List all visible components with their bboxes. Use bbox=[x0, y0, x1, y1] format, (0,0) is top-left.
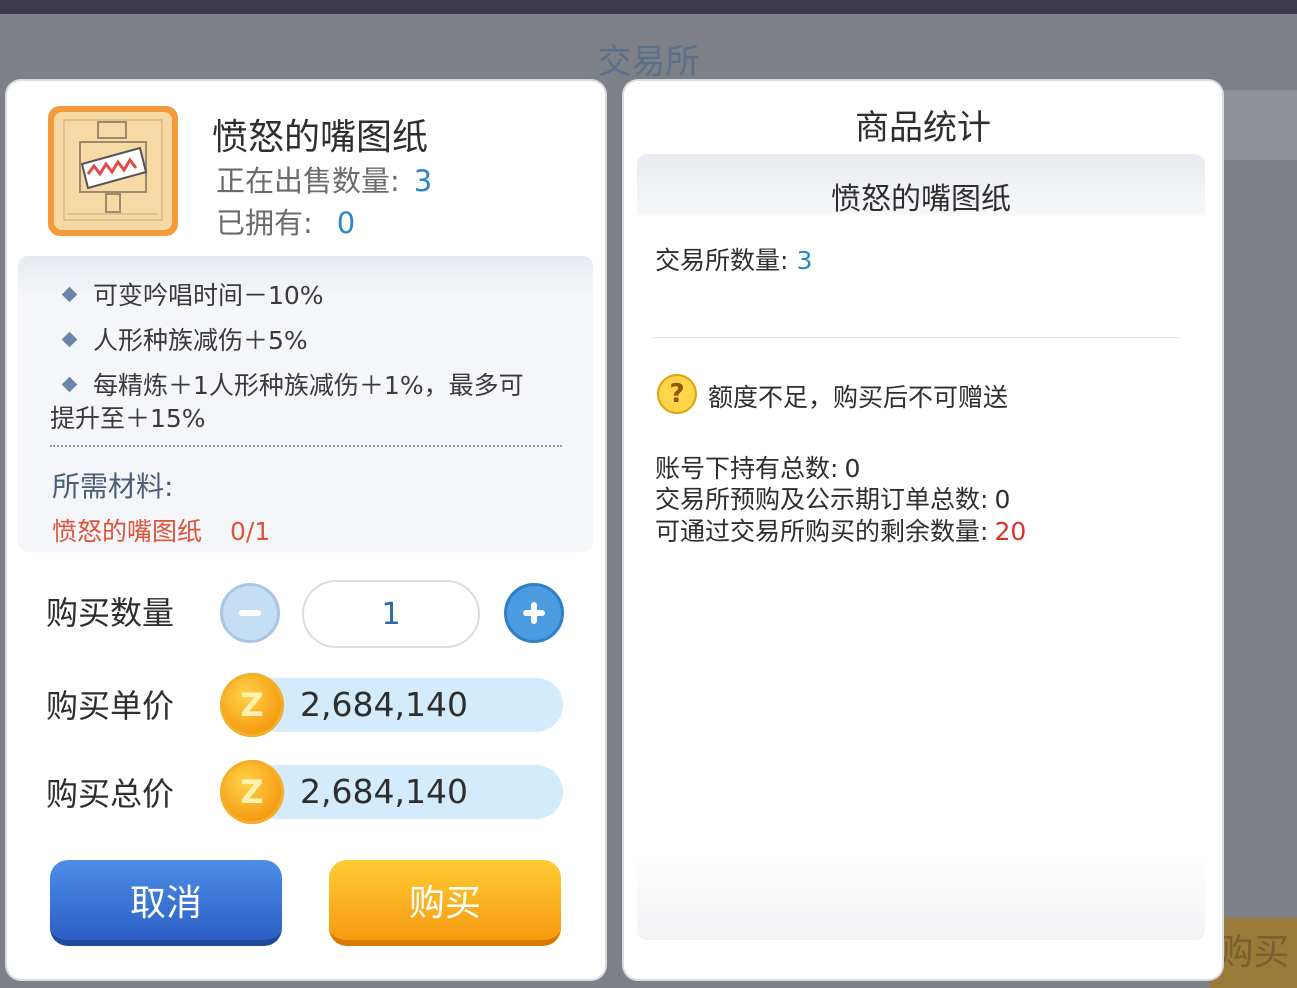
exchange-count-row: 交易所数量: 3 bbox=[655, 241, 812, 277]
zeny-coin-icon: Z bbox=[220, 760, 284, 824]
unit-price-value: 2,684,140 bbox=[300, 685, 468, 724]
on-sale-label: 正在出售数量: bbox=[216, 164, 400, 198]
bullet-icon bbox=[61, 286, 78, 302]
material-name: 愤怒的嘴图纸 bbox=[52, 517, 203, 546]
decrease-quantity-button[interactable] bbox=[220, 583, 280, 643]
buy-button[interactable]: 购买 bbox=[329, 860, 561, 946]
bullet-icon bbox=[61, 331, 78, 347]
minus-icon bbox=[239, 610, 261, 616]
attribute-line: 人形种族减伤＋5% bbox=[61, 321, 308, 357]
preorder-total-label: 交易所预购及公示期订单总数: bbox=[655, 485, 989, 514]
attribute-line: 可变吟唱时间－10% bbox=[61, 276, 324, 312]
remaining-row: 可通过交易所购买的剩余数量: 20 bbox=[655, 512, 1026, 548]
quota-warning: 额度不足，购买后不可赠送 bbox=[708, 383, 1009, 412]
owned-row: 已拥有: 0 bbox=[216, 200, 355, 242]
cancel-button[interactable]: 取消 bbox=[50, 860, 282, 946]
statistics-title: 商品统计 bbox=[855, 108, 991, 148]
blueprint-icon bbox=[54, 112, 172, 230]
question-icon[interactable]: ? bbox=[657, 374, 697, 414]
total-price-label: 购买总价 bbox=[46, 775, 175, 813]
zeny-coin-icon: Z bbox=[220, 673, 284, 737]
plus-icon bbox=[523, 602, 545, 624]
attribute-text: 可变吟唱时间－10% bbox=[93, 281, 324, 310]
bullet-icon bbox=[61, 376, 78, 392]
account-total-label: 账号下持有总数: bbox=[655, 454, 839, 483]
increase-quantity-button[interactable] bbox=[504, 583, 564, 643]
total-price-value: 2,684,140 bbox=[300, 772, 468, 811]
material-row: 愤怒的嘴图纸 0/1 bbox=[52, 512, 270, 548]
background-buy-button: 购买 bbox=[1210, 918, 1297, 988]
material-count: 0/1 bbox=[230, 517, 271, 546]
preorder-total-row: 交易所预购及公示期订单总数: 0 bbox=[655, 480, 1010, 516]
attribute-line: 每精炼＋1人形种族减伤＋1%，最多可 bbox=[61, 366, 524, 402]
item-icon bbox=[48, 106, 178, 236]
on-sale-row: 正在出售数量: 3 bbox=[216, 158, 432, 200]
attribute-text: 人形种族减伤＋5% bbox=[93, 326, 308, 355]
preorder-total-value: 0 bbox=[994, 485, 1011, 514]
exchange-count-value: 3 bbox=[796, 246, 813, 275]
quantity-input[interactable]: 1 bbox=[302, 580, 480, 648]
owned-label: 已拥有: bbox=[216, 206, 313, 240]
on-sale-value: 3 bbox=[413, 164, 433, 198]
quantity-label: 购买数量 bbox=[46, 594, 175, 632]
attribute-text: 每精炼＋1人形种族减伤＋1%，最多可 bbox=[93, 371, 524, 400]
exchange-title: 交易所 bbox=[597, 42, 700, 82]
owned-value: 0 bbox=[336, 206, 356, 240]
remaining-value: 20 bbox=[994, 517, 1027, 546]
divider bbox=[653, 337, 1181, 338]
remaining-label: 可通过交易所购买的剩余数量: bbox=[655, 517, 989, 546]
materials-title: 所需材料: bbox=[52, 470, 174, 503]
exchange-count-label: 交易所数量: bbox=[655, 246, 789, 275]
item-name: 愤怒的嘴图纸 bbox=[212, 117, 429, 158]
unit-price-label: 购买单价 bbox=[46, 687, 175, 725]
statistics-item-name: 愤怒的嘴图纸 bbox=[831, 182, 1011, 217]
background-top-strip bbox=[0, 0, 1297, 14]
account-total-value: 0 bbox=[844, 454, 861, 483]
attribute-wrap: 提升至＋15% bbox=[50, 404, 206, 433]
divider bbox=[50, 445, 562, 447]
